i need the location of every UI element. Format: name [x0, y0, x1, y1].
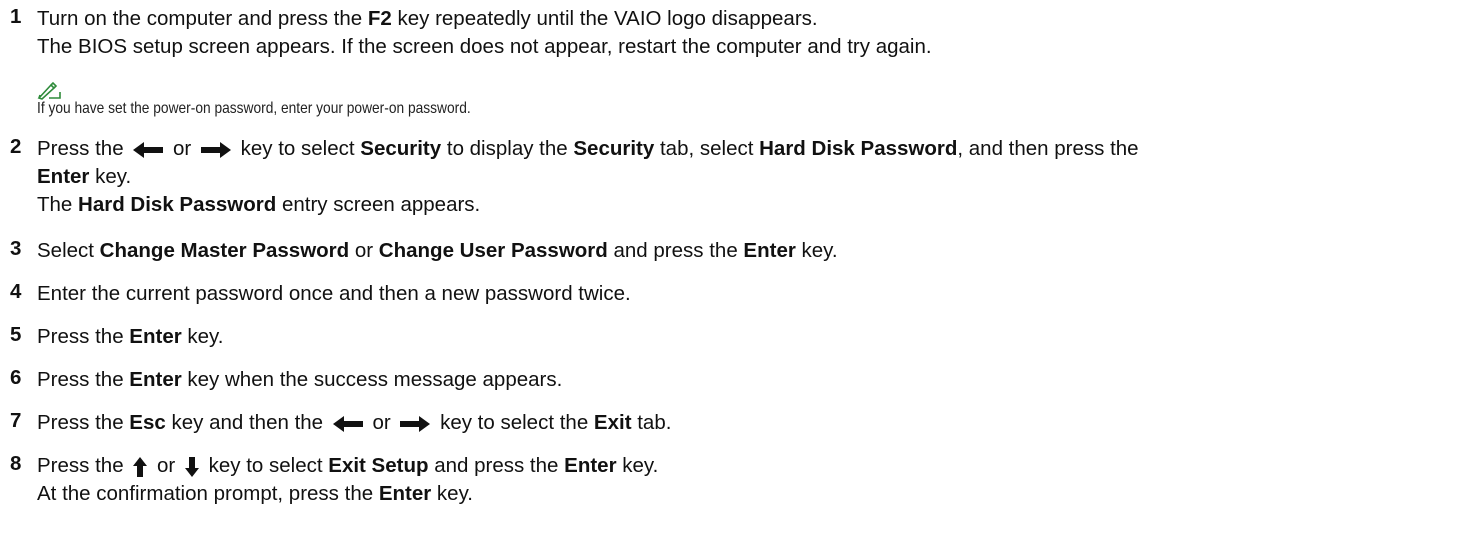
step-text: Press the: [37, 137, 130, 160]
left-arrow-icon: [133, 141, 164, 158]
key-label: Change Master Password: [99, 239, 350, 262]
step-number: 8: [10, 452, 22, 475]
step-text: tab.: [631, 411, 672, 434]
step-text: to display the: [441, 137, 574, 160]
key-label: F2: [367, 7, 392, 30]
step-text: Press the: [37, 368, 130, 391]
key-label: Security: [360, 137, 442, 160]
key-label: Enter: [129, 368, 182, 391]
step-text: or: [151, 454, 181, 477]
step-number: 6: [10, 366, 22, 389]
step-line: Press the or key to select Exit Setup an…: [37, 452, 1449, 480]
step-text: Press the: [37, 454, 130, 477]
step-number: 5: [10, 323, 22, 346]
step-text: key to select: [234, 137, 361, 160]
step-text: key.: [89, 165, 132, 188]
step-line: At the confirmation prompt, press the En…: [37, 480, 1449, 508]
step-text: and press the: [428, 454, 565, 477]
step-text: or: [366, 411, 397, 434]
step-text: key.: [181, 325, 224, 348]
step-number: 1: [10, 5, 22, 28]
step-text: key repeatedly until the VAIO logo disap…: [391, 7, 818, 30]
key-label: Security: [573, 137, 655, 160]
step-body: Press the or key to select Security to d…: [37, 135, 1449, 219]
step-text: The BIOS setup screen appears. If the sc…: [37, 35, 932, 58]
step-body: Press the Enter key when the success mes…: [37, 366, 1449, 394]
key-label: Change User Password: [378, 239, 608, 262]
step-text: , and then press the: [957, 137, 1139, 160]
step-text: key when the success message appears.: [181, 368, 563, 391]
step-line: Press the or key to select Security to d…: [37, 135, 1449, 163]
step-text: key to select the: [434, 411, 594, 434]
step-text: entry screen appears.: [276, 193, 481, 216]
step-text: Press the: [37, 411, 130, 434]
key-label: Enter: [37, 165, 90, 188]
down-arrow-icon: [184, 456, 199, 477]
step-text: key and then the: [165, 411, 329, 434]
step-text: or: [349, 239, 379, 262]
step-number: 4: [10, 280, 22, 303]
step-line: Select Change Master Password or Change …: [37, 237, 1449, 265]
right-arrow-icon: [400, 415, 431, 432]
step-line: Press the Enter key when the success mes…: [37, 366, 1449, 394]
step-text: and press the: [607, 239, 744, 262]
step-text: The: [37, 193, 79, 216]
step-body: Enter the current password once and then…: [37, 280, 1449, 308]
key-label: Exit: [593, 411, 632, 434]
key-label: Hard Disk Password: [78, 193, 277, 216]
key-label: Exit Setup: [328, 454, 429, 477]
step-number: 7: [10, 409, 22, 432]
step-text: At the confirmation prompt, press the: [37, 482, 379, 505]
step-text: key.: [795, 239, 838, 262]
step-number: 3: [10, 237, 22, 260]
step-text: key to select: [202, 454, 329, 477]
key-label: Hard Disk Password: [759, 137, 958, 160]
step-text: key.: [431, 482, 474, 505]
step-line: Turn on the computer and press the F2 ke…: [37, 5, 1449, 33]
key-label: Enter: [564, 454, 617, 477]
step-line: Enter the current password once and then…: [37, 280, 1449, 308]
step-body: Press the Enter key.: [37, 323, 1449, 351]
step-text: key.: [616, 454, 659, 477]
step-text: tab, select: [654, 137, 760, 160]
step-text: Turn on the computer and press the: [37, 7, 368, 30]
key-label: Esc: [129, 411, 166, 434]
step-body: Turn on the computer and press the F2 ke…: [37, 5, 1449, 61]
key-label: Enter: [378, 482, 432, 505]
step-line: Press the Esc key and then the or key to…: [37, 409, 1449, 437]
step-body: Select Change Master Password or Change …: [37, 237, 1449, 265]
key-label: Enter: [129, 325, 182, 348]
step-text: Select: [37, 239, 100, 262]
right-arrow-icon: [200, 141, 231, 158]
step-line: The Hard Disk Password entry screen appe…: [37, 191, 1449, 219]
left-arrow-icon: [332, 415, 363, 432]
up-arrow-icon: [133, 456, 148, 477]
step-line: Press the Enter key.: [37, 323, 1449, 351]
step-text: Enter the current password once and then…: [37, 282, 631, 305]
step-text: or: [167, 137, 197, 160]
step-text: Press the: [37, 325, 130, 348]
step-line: Enter key.: [37, 163, 1449, 191]
step-line: The BIOS setup screen appears. If the sc…: [37, 33, 1449, 61]
step-number: 2: [10, 135, 22, 158]
key-label: Enter: [743, 239, 796, 262]
step-body: Press the Esc key and then the or key to…: [37, 409, 1449, 437]
note-text: If you have set the power-on password, e…: [37, 100, 471, 117]
note-pen-icon: [37, 81, 61, 100]
step-body: Press the or key to select Exit Setup an…: [37, 452, 1449, 508]
